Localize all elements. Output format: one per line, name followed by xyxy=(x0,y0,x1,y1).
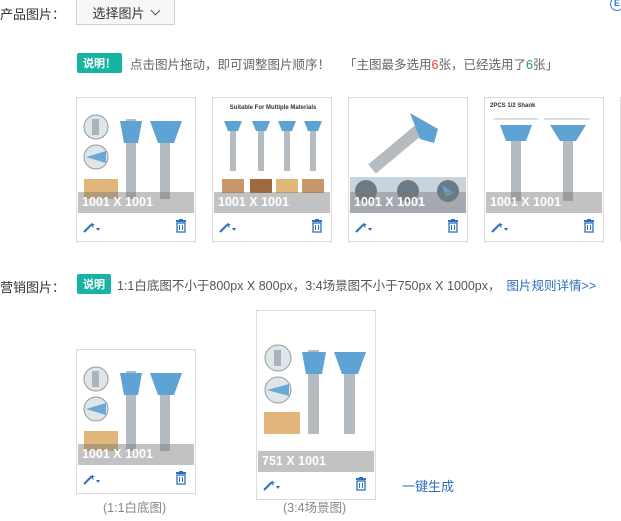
thumbnail-banner: 2PCS 1/2 Shank xyxy=(490,103,536,109)
notice-text: 点击图片拖动，即可调整图片顺序！ xyxy=(130,57,331,72)
magic-wand-icon[interactable] xyxy=(83,221,101,233)
trash-icon[interactable] xyxy=(447,219,459,233)
trash-icon[interactable] xyxy=(355,477,367,491)
corner-info-icon[interactable]: E xyxy=(610,0,621,11)
trash-icon[interactable] xyxy=(311,219,323,233)
image-dimension: 1001 X 1001 xyxy=(350,192,466,213)
quota-text: 「主图最多选用6张，已经选用了6张」 xyxy=(344,57,558,72)
caption-square: (1:1白底图) xyxy=(103,501,167,515)
notice-badge: 说明 xyxy=(77,274,111,294)
one-click-generate-link[interactable]: 一键生成 xyxy=(402,476,454,495)
marketing-image-card-square[interactable]: 1001 X 1001 xyxy=(76,349,196,494)
product-thumbnail[interactable]: 1001 X 1001 xyxy=(78,99,194,213)
marketing-thumbnail[interactable]: 1001 X 1001 xyxy=(78,351,194,465)
select-images-button[interactable]: 选择图片 xyxy=(76,0,175,25)
thumbnail-banner: Suitable For Multiple Materials xyxy=(230,105,317,111)
notice-badge: 说明！ xyxy=(77,53,122,73)
image-dimension: 751 X 1001 xyxy=(258,451,374,472)
select-images-label: 选择图片 xyxy=(92,5,145,21)
image-dimension: 1001 X 1001 xyxy=(78,192,194,213)
image-dimension: 1001 X 1001 xyxy=(486,192,602,213)
marketing-image-card-scene[interactable]: 751 X 1001 xyxy=(256,310,376,500)
marketing-images-label: 营销图片： xyxy=(0,280,66,295)
magic-wand-icon[interactable] xyxy=(83,473,101,485)
product-image-card[interactable]: 1001 X 1001 xyxy=(76,97,196,242)
marketing-notice-text: 1:1白底图不小于800px X 800px，3:4场景图不小于750px X … xyxy=(117,278,501,293)
trash-icon[interactable] xyxy=(583,219,595,233)
product-images-label: 产品图片： xyxy=(0,7,66,22)
product-notice: 说明！ 点击图片拖动，即可调整图片顺序！ 「主图最多选用6张，已经选用了6张」 xyxy=(77,53,558,73)
caption-scene: (3:4场景图) xyxy=(283,501,347,515)
product-image-card[interactable]: Suitable For Multiple Materials 1001 X 1… xyxy=(212,97,332,242)
product-thumbnail[interactable]: Suitable For Multiple Materials 1001 X 1… xyxy=(214,99,330,213)
product-image-card[interactable]: 1001 X 1001 xyxy=(348,97,468,242)
product-thumbnail[interactable]: 1001 X 1001 xyxy=(350,99,466,213)
chevron-down-icon xyxy=(150,5,160,16)
image-dimension: 1001 X 1001 xyxy=(78,444,194,465)
magic-wand-icon[interactable] xyxy=(491,221,509,233)
magic-wand-icon[interactable] xyxy=(219,221,237,233)
trash-icon[interactable] xyxy=(175,471,187,485)
marketing-thumbnail[interactable]: 751 X 1001 xyxy=(258,312,374,472)
image-rules-link[interactable]: 图片规则详情>> xyxy=(507,275,597,294)
marketing-notice: 说明 1:1白底图不小于800px X 800px，3:4场景图不小于750px… xyxy=(77,274,596,294)
trash-icon[interactable] xyxy=(175,219,187,233)
magic-wand-icon[interactable] xyxy=(355,221,373,233)
magic-wand-icon[interactable] xyxy=(263,479,281,491)
product-image-card[interactable]: 2PCS 1/2 Shank 1001 X 1001 xyxy=(484,97,604,242)
image-dimension: 1001 X 1001 xyxy=(214,192,330,213)
product-thumbnail[interactable]: 2PCS 1/2 Shank 1001 X 1001 xyxy=(486,99,602,213)
